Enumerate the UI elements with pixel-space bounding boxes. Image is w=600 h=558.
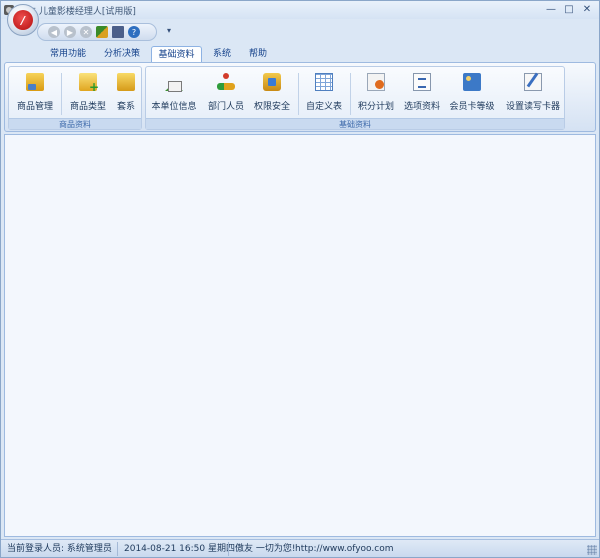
card-reader-settings-button[interactable]: 设置读写卡器 <box>502 69 564 117</box>
points-plan-label: 积分计划 <box>357 102 394 112</box>
permission-security-button[interactable]: 权限安全 <box>250 69 294 117</box>
ribbon-separator <box>350 73 351 115</box>
back-icon[interactable]: ◀ <box>48 26 60 38</box>
option-data-label: 选项资料 <box>403 102 440 112</box>
title-bar: 傲友 儿童影楼经理人[试用版] — □ ✕ <box>1 1 599 19</box>
status-website-link[interactable]: http://www.ofyoo.com <box>295 542 399 556</box>
card-reader-pen-icon <box>524 73 542 91</box>
tab-basic-data[interactable]: 基础资料 <box>151 46 202 62</box>
group-goods-data-label: 商品资料 <box>9 118 141 129</box>
tab-system[interactable]: 系统 <box>207 46 237 62</box>
custom-table-icon <box>315 73 333 91</box>
app-window: 傲友 儿童影楼经理人[试用版] — □ ✕ ◀ ▶ ✕ ? ▾ ∕ 常用功能 分… <box>0 0 600 558</box>
department-staff-label: 部门人员 <box>207 102 244 112</box>
points-plan-button[interactable]: 积分计划 <box>354 69 398 117</box>
member-card-level-button[interactable]: 会员卡等级 <box>446 69 498 117</box>
main-workspace <box>4 134 596 537</box>
goods-type-label: 商品类型 <box>69 102 106 112</box>
status-datetime: 2014-08-21 16:50 星期四 <box>124 543 235 554</box>
goods-type-button[interactable]: 商品类型 <box>65 69 111 117</box>
ribbon-tabs: 常用功能 分析决策 基础资料 系统 帮助 <box>1 45 599 62</box>
maximize-button[interactable]: □ <box>561 3 577 16</box>
quick-access-toolbar: ◀ ▶ ✕ ? ▾ <box>1 19 599 45</box>
goods-type-add-icon <box>79 73 99 94</box>
company-info-label: 本单位信息 <box>151 102 197 112</box>
home-icon <box>165 73 183 92</box>
tab-help[interactable]: 帮助 <box>243 46 273 62</box>
package-set-button[interactable]: 套系 <box>113 69 139 117</box>
option-data-button[interactable]: 选项资料 <box>400 69 444 117</box>
book-icon[interactable] <box>112 26 124 38</box>
group-basic-data: 本单位信息 部门人员 权限安全 自定义表 积分计划 选项资料 会员卡等级 设置读… <box>145 66 565 130</box>
minimize-button[interactable]: — <box>543 3 559 16</box>
group-goods-data: 商品管理 商品类型 套系 商品资料 <box>8 66 142 130</box>
ribbon-panel: 商品管理 商品类型 套系 商品资料 本单位信息 部门人员 <box>4 62 596 132</box>
permission-security-label: 权限安全 <box>253 102 290 112</box>
window-controls: — □ ✕ <box>541 3 595 16</box>
permission-lock-icon <box>263 73 281 91</box>
custom-table-button[interactable]: 自定义表 <box>302 69 346 117</box>
group-basic-data-label: 基础资料 <box>146 118 564 129</box>
option-list-icon <box>413 73 431 91</box>
department-people-icon <box>217 73 235 91</box>
app-menu-orb-icon: ∕ <box>13 10 33 30</box>
close-button[interactable]: ✕ <box>579 3 595 16</box>
custom-table-label: 自定义表 <box>305 102 342 112</box>
app-menu-orb-button[interactable]: ∕ <box>7 4 39 36</box>
member-card-icon <box>463 73 481 91</box>
department-staff-button[interactable]: 部门人员 <box>204 69 248 117</box>
status-slogan: 傲友 一切为您! <box>235 543 296 554</box>
quick-access-dropdown-icon[interactable]: ▾ <box>167 26 171 35</box>
status-current-user: 当前登录人员: 系统管理员 <box>7 543 112 554</box>
goods-box-icon <box>26 73 44 91</box>
forward-icon[interactable]: ▶ <box>64 26 76 38</box>
quick-access-bar: ◀ ▶ ✕ ? <box>37 23 157 41</box>
card-reader-settings-label: 设置读写卡器 <box>505 102 560 112</box>
tools-icon[interactable] <box>96 26 108 38</box>
tab-analysis[interactable]: 分析决策 <box>99 46 145 62</box>
ribbon-separator <box>298 73 299 115</box>
company-info-button[interactable]: 本单位信息 <box>148 69 200 117</box>
ribbon-separator <box>61 73 62 115</box>
goods-management-button[interactable]: 商品管理 <box>13 69 57 117</box>
status-bar: 当前登录人员: 系统管理员 2014-08-21 16:50 星期四 傲友 一切… <box>1 539 599 557</box>
member-card-level-label: 会员卡等级 <box>449 102 495 112</box>
help-icon[interactable]: ? <box>128 26 140 38</box>
tab-common-functions[interactable]: 常用功能 <box>45 46 91 62</box>
points-plan-icon <box>367 73 385 91</box>
resize-grip-icon[interactable] <box>587 545 597 555</box>
goods-management-label: 商品管理 <box>16 102 53 112</box>
stop-icon[interactable]: ✕ <box>80 26 92 38</box>
package-set-label: 套系 <box>116 102 135 112</box>
package-set-icon <box>117 73 135 91</box>
